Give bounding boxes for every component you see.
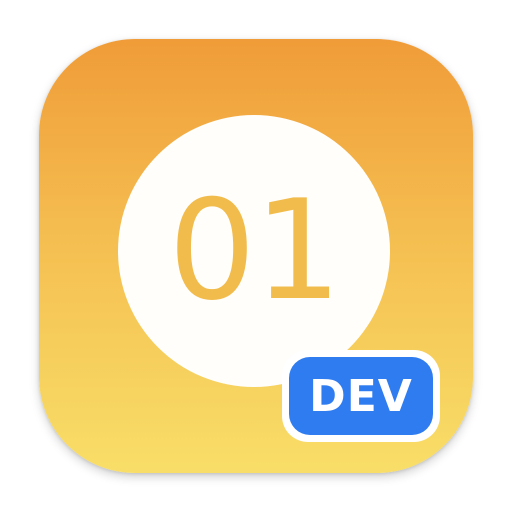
dev-badge: DEV <box>289 357 433 435</box>
number-label: 01 <box>168 170 342 331</box>
icon-canvas: 01 DEV <box>0 0 512 512</box>
